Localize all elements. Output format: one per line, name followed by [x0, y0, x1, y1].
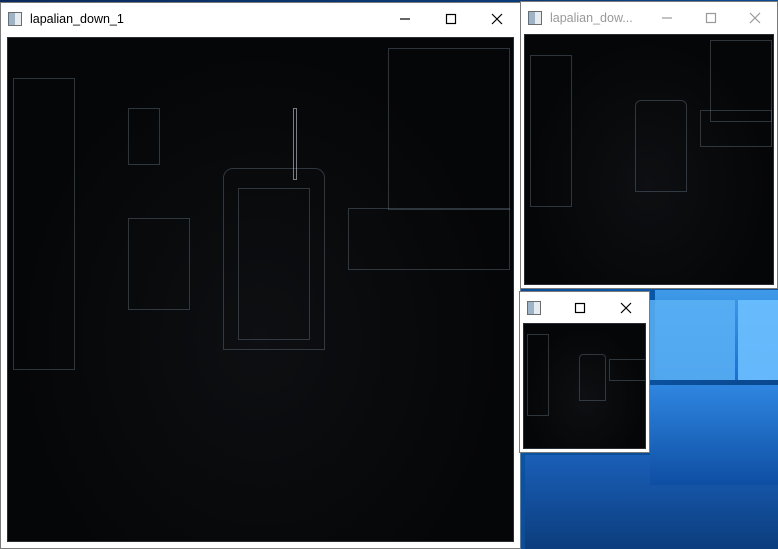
maximize-icon — [574, 302, 586, 313]
image-window-medium[interactable]: lapalian_dow... — [520, 1, 778, 289]
desktop-wallpaper-panel — [650, 300, 735, 380]
desktop-wallpaper-panel — [650, 385, 778, 485]
close-icon — [491, 13, 503, 24]
window-app-icon — [527, 300, 541, 315]
maximize-icon — [705, 12, 717, 23]
window-app-icon — [8, 11, 22, 26]
minimize-button[interactable] — [382, 3, 428, 34]
close-icon — [620, 302, 632, 313]
minimize-icon — [400, 17, 410, 20]
laplacian-image-canvas — [523, 323, 646, 449]
maximize-button[interactable] — [689, 2, 733, 33]
window-titlebar[interactable] — [520, 292, 649, 323]
close-icon — [749, 12, 761, 23]
window-title: lapalian_dow... — [550, 10, 633, 25]
minimize-button[interactable] — [645, 2, 689, 33]
maximize-button[interactable] — [557, 292, 603, 323]
close-button[interactable] — [603, 292, 649, 323]
window-app-icon — [528, 10, 542, 25]
window-titlebar[interactable]: lapalian_dow... — [521, 2, 777, 33]
close-button[interactable] — [474, 3, 520, 34]
maximize-button[interactable] — [428, 3, 474, 34]
laplacian-image-canvas — [7, 37, 514, 542]
minimize-icon — [662, 16, 672, 19]
laplacian-image-canvas — [524, 34, 774, 285]
maximize-icon — [445, 13, 457, 24]
window-titlebar[interactable]: lapalian_down_1 — [1, 3, 520, 34]
image-window-small[interactable] — [519, 291, 650, 453]
close-button[interactable] — [733, 2, 777, 33]
window-title: lapalian_down_1 — [30, 11, 124, 26]
image-window-large[interactable]: lapalian_down_1 — [0, 2, 521, 549]
desktop-wallpaper-panel — [738, 300, 778, 380]
